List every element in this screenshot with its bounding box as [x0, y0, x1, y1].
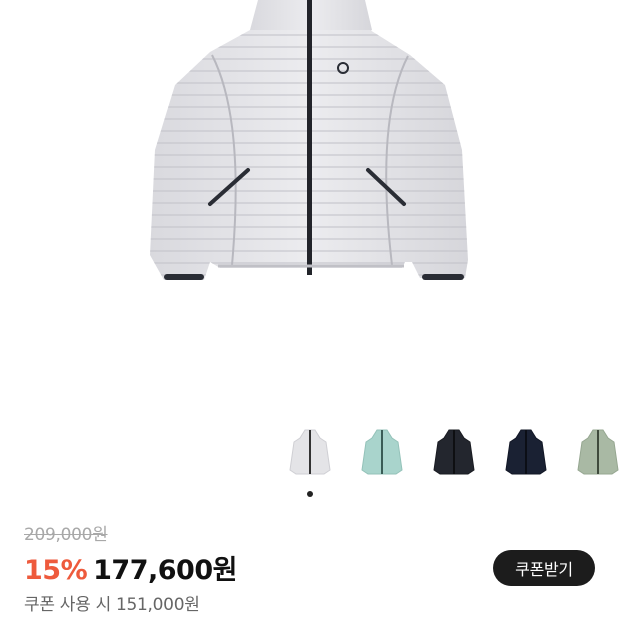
thumb-black[interactable] [432, 428, 476, 480]
product-main-image[interactable] [0, 0, 620, 410]
sale-price: 177,600원 [93, 555, 237, 586]
coupon-price-text: 쿠폰 사용 시 151,000원 [24, 595, 200, 615]
discount-rate: 15% [24, 555, 88, 586]
color-thumbnails [0, 428, 620, 480]
thumb-white[interactable] [288, 428, 332, 480]
sale-price-row: 15% 177,600원 [24, 548, 237, 587]
original-price: 209,000원 [24, 525, 108, 545]
get-coupon-button[interactable]: 쿠폰받기 [493, 550, 595, 586]
carousel-indicator-dot [307, 491, 313, 497]
thumb-navy[interactable] [504, 428, 548, 480]
thumb-sage[interactable] [576, 428, 620, 480]
thumb-mint[interactable] [360, 428, 404, 480]
